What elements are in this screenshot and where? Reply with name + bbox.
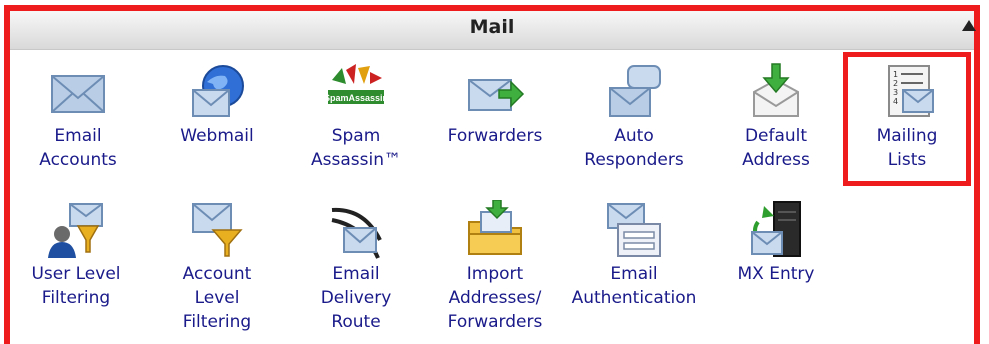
import-addresses-label: Import Addresses/ Forwarders: [447, 264, 543, 332]
forwarders-item[interactable]: Forwarders: [425, 62, 565, 148]
highlight-box: [843, 52, 971, 186]
envelope-funnel-icon: [192, 203, 243, 257]
folder-import-icon: [468, 200, 522, 255]
user-level-filtering-item[interactable]: User Level Filtering: [6, 200, 146, 310]
mx-entry-item[interactable]: MX Entry: [706, 200, 846, 286]
envelope-icon: [51, 75, 105, 113]
auto-responders-label: Auto Responders: [584, 126, 684, 170]
email-accounts-label: Email Accounts: [39, 126, 117, 170]
section-title: Mail: [469, 16, 515, 38]
import-addresses-item[interactable]: Import Addresses/ Forwarders: [425, 200, 565, 334]
spam-assassin-label: Spam Assassin™: [311, 126, 401, 170]
envelope-forward-icon: [468, 79, 525, 111]
spam-assassin-item[interactable]: SpamAssassin Spam Assassin™: [286, 62, 426, 172]
email-delivery-route-item[interactable]: Email Delivery Route: [286, 200, 426, 334]
webmail-label: Webmail: [180, 126, 254, 146]
auto-responders-item[interactable]: Auto Responders: [564, 62, 704, 172]
mx-entry-label: MX Entry: [737, 264, 815, 284]
user-filter-icon: [48, 203, 103, 258]
account-level-filtering-item[interactable]: Account Level Filtering: [147, 200, 287, 334]
envelope-download-arrow-icon: [753, 63, 799, 117]
envelope-route-icon: [331, 207, 382, 259]
email-delivery-route-label: Email Delivery Route: [320, 264, 392, 332]
envelope-speech-bubble-icon: [609, 65, 661, 117]
email-authentication-label: Email Authentication: [571, 264, 697, 308]
collapse-arrow-icon[interactable]: [962, 20, 976, 31]
envelope-form-icon: [607, 203, 661, 257]
default-address-item[interactable]: Default Address: [706, 62, 846, 172]
forwarders-label: Forwarders: [447, 126, 543, 146]
globe-envelope-icon: [192, 65, 244, 117]
user-level-filtering-label: User Level Filtering: [31, 264, 121, 308]
webmail-item[interactable]: Webmail: [147, 62, 287, 148]
server-envelope-icon: [751, 201, 801, 257]
spamassassin-logo-text: SpamAssassin: [324, 93, 388, 103]
spamassassin-logo-icon: SpamAssassin: [324, 64, 388, 104]
email-accounts-item[interactable]: Email Accounts: [8, 62, 148, 172]
section-header[interactable]: Mail: [10, 11, 976, 50]
email-authentication-item[interactable]: Email Authentication: [564, 200, 704, 310]
default-address-label: Default Address: [742, 126, 810, 170]
account-level-filtering-label: Account Level Filtering: [182, 264, 252, 332]
